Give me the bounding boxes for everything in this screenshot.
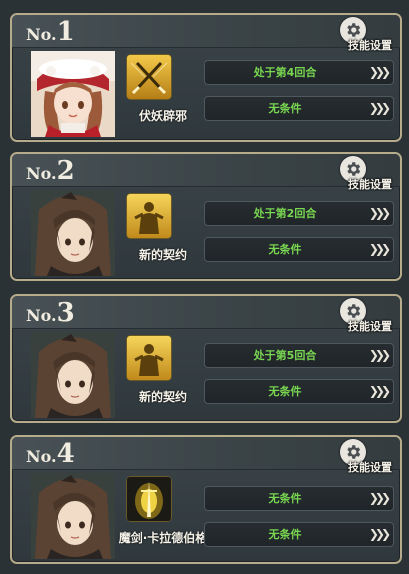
- skill-icon-golden-warrior[interactable]: [127, 194, 171, 238]
- condition-text: 无条件: [268, 528, 302, 541]
- skill-settings-label[interactable]: 技能设置: [348, 459, 392, 475]
- slot-number-label: No.2: [26, 156, 75, 186]
- condition-text: 处于第4回合: [253, 66, 317, 79]
- skill-settings-label[interactable]: 技能设置: [348, 176, 392, 192]
- condition-button-2[interactable]: 无条件 ❯❯❯: [204, 522, 394, 547]
- triple-chevron-right-icon: ❯❯❯: [368, 242, 391, 256]
- skill-name: 伏妖辟邪: [138, 109, 187, 123]
- triple-chevron-right-icon: ❯❯❯: [368, 527, 391, 541]
- skill-settings-label[interactable]: 技能设置: [348, 37, 392, 53]
- triple-chevron-right-icon: ❯❯❯: [368, 384, 391, 398]
- triple-chevron-right-icon: ❯❯❯: [368, 206, 391, 220]
- triple-chevron-right-icon: ❯❯❯: [368, 101, 391, 115]
- condition-button-1[interactable]: 处于第5回合 ❯❯❯: [204, 343, 394, 368]
- skill-icon-demon-sword[interactable]: [127, 477, 171, 521]
- team-slot-panel-3: No.3 技能设置 新的契约 处于第5回合 ❯❯❯ 无条件 ❯❯❯: [10, 294, 402, 423]
- skill-settings-label[interactable]: 技能设置: [348, 318, 392, 334]
- skill-icon-golden-warrior[interactable]: [127, 336, 171, 380]
- skill-name: 新的契约: [138, 248, 187, 262]
- skill-icon-crossed-swords[interactable]: [127, 55, 171, 99]
- condition-button-2[interactable]: 无条件 ❯❯❯: [204, 237, 394, 262]
- condition-text: 无条件: [268, 492, 302, 505]
- triple-chevron-right-icon: ❯❯❯: [368, 491, 391, 505]
- team-slot-panel-2: No.2 技能设置 新的契约 处于第2回合 ❯❯❯ 无条件 ❯❯❯: [10, 152, 402, 281]
- triple-chevron-right-icon: ❯❯❯: [368, 348, 391, 362]
- condition-button-1[interactable]: 处于第2回合 ❯❯❯: [204, 201, 394, 226]
- character-portrait: [31, 332, 115, 418]
- condition-button-2[interactable]: 无条件 ❯❯❯: [204, 379, 394, 404]
- slot-number-label: No.3: [26, 298, 75, 328]
- character-portrait: [31, 190, 115, 276]
- slot-number-label: No.1: [26, 17, 75, 47]
- triple-chevron-right-icon: ❯❯❯: [368, 65, 391, 79]
- condition-text: 无条件: [268, 243, 302, 256]
- character-portrait: [31, 473, 115, 559]
- team-slot-panel-1: No.1 技能设置 伏妖辟邪 处于第4回合 ❯❯❯ 无条件 ❯❯❯: [10, 13, 402, 142]
- skill-name: 新的契约: [138, 390, 187, 404]
- condition-text: 无条件: [268, 385, 302, 398]
- condition-text: 无条件: [268, 102, 302, 115]
- condition-text: 处于第2回合: [253, 207, 317, 220]
- character-portrait: [31, 51, 115, 137]
- skill-name: 魔剑·卡拉德伯格: [118, 531, 208, 545]
- condition-text: 处于第5回合: [253, 349, 317, 362]
- condition-button-2[interactable]: 无条件 ❯❯❯: [204, 96, 394, 121]
- condition-button-1[interactable]: 无条件 ❯❯❯: [204, 486, 394, 511]
- condition-button-1[interactable]: 处于第4回合 ❯❯❯: [204, 60, 394, 85]
- team-slot-panel-4: No.4 技能设置 魔剑·卡拉德伯格 无条件 ❯❯❯ 无条件 ❯❯❯: [10, 435, 402, 564]
- slot-number-label: No.4: [26, 439, 75, 469]
